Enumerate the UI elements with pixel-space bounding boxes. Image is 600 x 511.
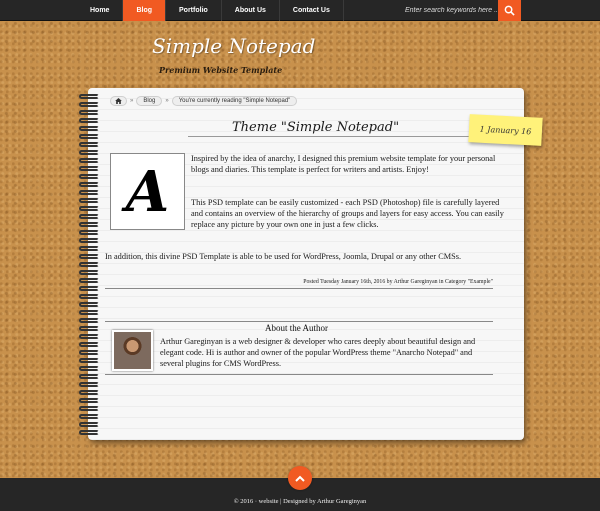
spiral-ring: [79, 350, 99, 355]
spiral-ring: [79, 158, 99, 163]
spiral-ring: [79, 94, 99, 99]
scroll-top-button[interactable]: [288, 466, 312, 490]
author-avatar: [112, 330, 153, 371]
meta-divider: [105, 288, 493, 289]
spiral-ring: [79, 294, 99, 299]
search-button[interactable]: [498, 0, 521, 21]
spiral-ring: [79, 118, 99, 123]
nav-about-us[interactable]: About Us: [222, 0, 280, 21]
post-meta: Posted Tuesday January 16th, 2016 by Art…: [303, 279, 493, 285]
title-divider: [188, 136, 498, 137]
nav-blog[interactable]: Blog: [123, 0, 167, 21]
spiral-ring: [79, 278, 99, 283]
spiral-ring: [79, 406, 99, 411]
nav-contact-us[interactable]: Contact Us: [280, 0, 344, 21]
post-paragraph-2: This PSD template can be easily customiz…: [191, 198, 504, 229]
spiral-ring: [79, 206, 99, 211]
spiral-ring: [79, 134, 99, 139]
spiral-ring: [79, 102, 99, 107]
author-bio: Arthur Gareginyan is a web designer & de…: [160, 337, 476, 368]
main-nav: Home Blog Portfolio About Us Contact Us: [77, 0, 344, 21]
top-navbar: Home Blog Portfolio About Us Contact Us: [0, 0, 600, 21]
spiral-ring: [79, 334, 99, 339]
spiral-ring: [79, 374, 99, 379]
spiral-ring: [79, 150, 99, 155]
search-icon: [504, 5, 515, 16]
spiral-ring: [79, 286, 99, 291]
dropcap-image: A: [110, 153, 185, 230]
spiral-ring: [79, 214, 99, 219]
search-input[interactable]: [400, 0, 498, 21]
spiral-ring: [79, 270, 99, 275]
search-box: [400, 0, 523, 21]
spiral-ring: [79, 142, 99, 147]
spiral-ring: [79, 310, 99, 315]
spiral-ring: [79, 166, 99, 171]
author-heading: About the Author: [265, 323, 328, 333]
breadcrumb-home[interactable]: [110, 96, 127, 106]
chevron-up-icon: [295, 475, 305, 482]
spiral-ring: [79, 238, 99, 243]
breadcrumb: » Blog » You're currently reading "Simpl…: [110, 96, 298, 106]
post-title: Theme "Simple Notepad": [232, 120, 400, 135]
notebook-paper: [88, 88, 524, 440]
spiral-ring: [79, 182, 99, 187]
spiral-ring: [79, 422, 99, 427]
author-divider-bottom: [105, 374, 493, 375]
post-paragraph-1: Inspired by the idea of anarchy, I desig…: [191, 154, 496, 174]
date-sticky-note: 1 January 16: [468, 114, 543, 146]
breadcrumb-blog[interactable]: Blog: [136, 96, 163, 106]
spiral-ring: [79, 390, 99, 395]
spiral-ring: [79, 366, 99, 371]
spiral-ring: [79, 110, 99, 115]
spiral-binding: [79, 94, 101, 438]
breadcrumb-current: You're currently reading "Simple Notepad…: [171, 96, 298, 106]
spiral-ring: [79, 198, 99, 203]
spiral-ring: [79, 398, 99, 403]
spiral-ring: [79, 358, 99, 363]
breadcrumb-separator: »: [165, 98, 169, 104]
spiral-ring: [79, 414, 99, 419]
author-divider-top: [105, 321, 493, 322]
spiral-ring: [79, 174, 99, 179]
spiral-ring: [79, 318, 99, 323]
spiral-ring: [79, 246, 99, 251]
spiral-ring: [79, 222, 99, 227]
spiral-ring: [79, 382, 99, 387]
post-date: 1 January 16: [479, 124, 532, 136]
spiral-ring: [79, 430, 99, 435]
nav-home[interactable]: Home: [77, 0, 124, 21]
spiral-ring: [79, 126, 99, 131]
site-logo-title[interactable]: Simple Notepad: [152, 34, 315, 58]
spiral-ring: [79, 262, 99, 267]
spiral-ring: [79, 230, 99, 235]
nav-portfolio[interactable]: Portfolio: [166, 0, 222, 21]
home-icon: [115, 98, 122, 104]
post-paragraph-3: In addition, this divine PSD Template is…: [105, 252, 462, 261]
spiral-ring: [79, 342, 99, 347]
spiral-ring: [79, 254, 99, 259]
spiral-ring: [79, 190, 99, 195]
breadcrumb-separator: »: [130, 98, 134, 104]
spiral-ring: [79, 326, 99, 331]
site-logo-subtitle: Premium Website Template: [159, 65, 283, 75]
footer-copyright: © 2016 · website | Designed by Arthur Ga…: [233, 498, 367, 505]
spiral-ring: [79, 302, 99, 307]
